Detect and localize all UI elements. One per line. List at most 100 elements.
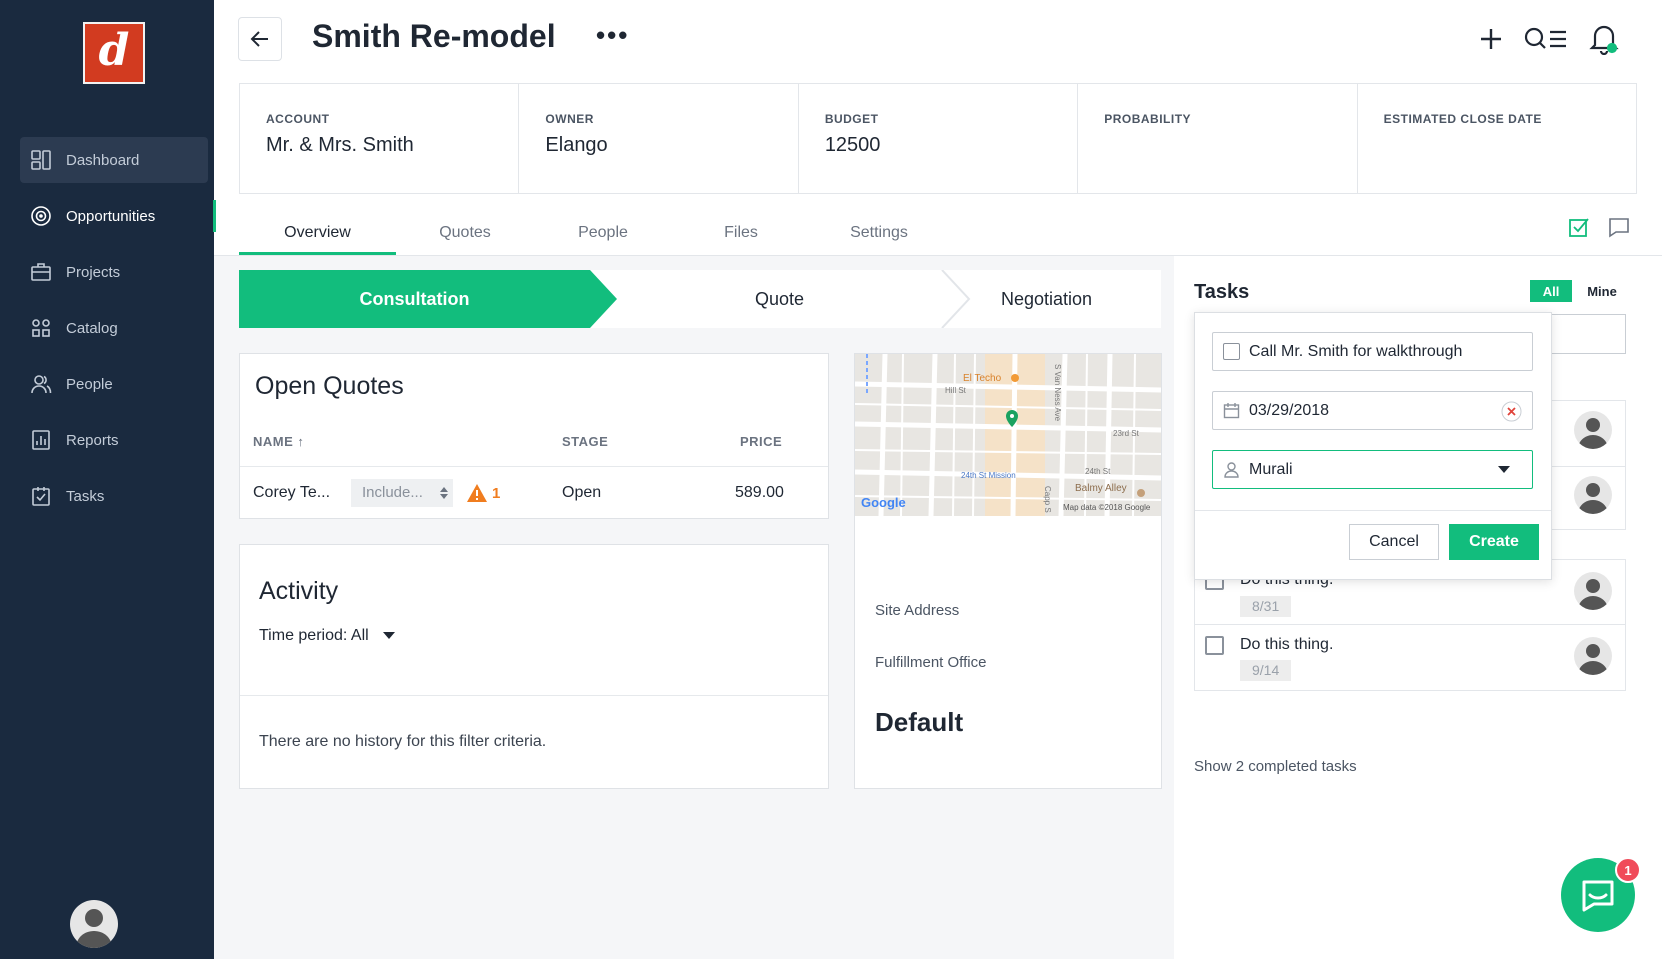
sidebar-item-reports[interactable]: Reports <box>20 417 208 463</box>
stage-consultation[interactable]: Consultation <box>239 270 590 328</box>
popover-divider <box>1195 510 1551 511</box>
task-title-input[interactable]: Call Mr. Smith for walkthrough <box>1212 332 1533 371</box>
site-map[interactable]: El Techo Hill St S Van Ness Ave 23rd St … <box>855 354 1161 516</box>
notification-bell-icon <box>1589 25 1619 55</box>
chat-icon <box>1582 880 1614 912</box>
task-assignee-avatar[interactable] <box>1574 572 1612 610</box>
user-avatar-icon <box>1578 644 1608 675</box>
chat-unread-badge: 1 <box>1615 857 1641 883</box>
task-due-date: 9/14 <box>1240 660 1292 681</box>
reports-icon <box>32 430 50 450</box>
include-select[interactable]: Include... <box>351 479 453 507</box>
tab-overview[interactable]: Overview <box>239 210 396 255</box>
stage-negotiation[interactable]: Negotiation <box>969 270 1161 328</box>
tab-quotes[interactable]: Quotes <box>396 210 534 255</box>
target-icon <box>31 206 51 226</box>
user-avatar[interactable] <box>70 900 118 948</box>
tab-files[interactable]: Files <box>672 210 810 255</box>
map-label-capp: Capp S <box>1043 486 1052 513</box>
sidebar-item-catalog[interactable]: Catalog <box>20 305 208 351</box>
task-title-checkbox[interactable] <box>1223 343 1240 360</box>
notifications-button[interactable] <box>1587 22 1621 56</box>
map-label-mission: 24th St Mission <box>961 471 1016 480</box>
sidebar-item-dashboard[interactable]: Dashboard <box>20 137 208 183</box>
map-label-el-techo: El Techo <box>963 373 1002 384</box>
cancel-button[interactable]: Cancel <box>1349 524 1439 560</box>
arrow-left-icon <box>250 31 268 47</box>
catalog-icon <box>32 319 50 337</box>
task-assignee-avatar[interactable] <box>1574 637 1612 675</box>
sidebar-item-people[interactable]: People <box>20 361 208 407</box>
open-quotes-card: Open Quotes NAME ↑ STAGE PRICE Corey Te.… <box>239 353 829 519</box>
sidebar-item-tasks[interactable]: Tasks <box>20 473 208 519</box>
map-label-map-data: Map data ©2018 Google <box>1063 503 1151 512</box>
tab-people[interactable]: People <box>534 210 672 255</box>
column-header-stage[interactable]: STAGE <box>562 434 608 449</box>
task-text: Do this thing. <box>1240 636 1334 653</box>
table-divider <box>240 466 828 467</box>
tasks-title: Tasks <box>1194 281 1250 303</box>
sidebar-item-label: Tasks <box>66 487 105 505</box>
account-value: Mr. & Mrs. Smith <box>266 134 414 156</box>
calendar-icon <box>1223 403 1240 419</box>
opportunity-summary: ACCOUNT Mr. & Mrs. Smith OWNER Elango BU… <box>239 83 1637 194</box>
quote-price: 589.00 <box>735 484 784 501</box>
column-header-price[interactable]: PRICE <box>740 434 782 449</box>
sidebar-item-projects[interactable]: Projects <box>20 249 208 295</box>
show-completed-tasks-link[interactable]: Show 2 completed tasks <box>1194 758 1357 775</box>
time-period-filter[interactable]: Time period: All <box>259 627 396 645</box>
include-select-value: Include... <box>362 484 423 501</box>
tab-settings[interactable]: Settings <box>810 210 948 255</box>
tasks-filter-all[interactable]: All <box>1530 280 1572 302</box>
owner-value: Elango <box>545 134 608 156</box>
app-logo[interactable]: d <box>83 22 145 84</box>
add-icon <box>1481 29 1501 49</box>
warning-count: 1 <box>492 485 501 502</box>
time-period-value: All <box>350 627 369 644</box>
sidebar-nav: Dashboard Opportunities Projects Catalog… <box>20 137 216 529</box>
tasks-filter-mine[interactable]: Mine <box>1578 280 1626 302</box>
sidebar-item-label: Dashboard <box>66 151 140 169</box>
activity-card: Activity Time period: All There are no h… <box>239 544 829 789</box>
add-button[interactable] <box>1474 22 1508 56</box>
activity-title: Activity <box>259 577 339 605</box>
task-assignee-select[interactable]: Murali <box>1212 450 1533 489</box>
owner-label: OWNER <box>545 112 594 126</box>
task-checkbox[interactable] <box>1205 636 1224 655</box>
back-button[interactable] <box>238 17 282 61</box>
quote-name[interactable]: Corey Te... <box>253 484 330 502</box>
map-image: El Techo Hill St S Van Ness Ave 23rd St … <box>855 354 1161 516</box>
warning-icon[interactable] <box>466 483 488 503</box>
task-assignee-avatar <box>1574 476 1612 514</box>
clear-date-icon[interactable] <box>1501 401 1522 422</box>
stage-quote[interactable]: Quote <box>617 270 942 328</box>
fulfillment-office-label: Fulfillment Office <box>875 654 987 671</box>
dashboard-icon <box>31 150 51 170</box>
stepper-arrows-icon <box>440 487 448 499</box>
task-assignee-value: Murali <box>1249 461 1293 478</box>
quote-stage: Open <box>562 484 602 501</box>
user-avatar-icon <box>1578 418 1608 449</box>
column-header-name[interactable]: NAME ↑ <box>253 434 304 449</box>
task-assignee-avatar <box>1574 411 1612 449</box>
map-label-24th-st: 24th St <box>1085 467 1111 476</box>
user-avatar-icon <box>76 909 112 948</box>
account-label: ACCOUNT <box>266 112 330 126</box>
map-label-balmy-alley: Balmy Alley <box>1075 483 1127 494</box>
create-button[interactable]: Create <box>1449 524 1539 560</box>
comment-icon[interactable] <box>1606 214 1632 240</box>
sidebar-item-label: Projects <box>66 263 121 281</box>
task-checklist-icon[interactable] <box>1566 214 1592 240</box>
budget-value: 12500 <box>824 134 881 156</box>
account-cell: ACCOUNT Mr. & Mrs. Smith <box>240 84 520 193</box>
sidebar-item-opportunities[interactable]: Opportunities <box>20 193 216 239</box>
tab-bar: Overview Quotes People Files Settings <box>239 210 948 255</box>
search-filter-button[interactable] <box>1524 22 1568 56</box>
more-options-button[interactable]: ••• <box>596 20 629 51</box>
new-task-popover: Call Mr. Smith for walkthrough 03/29/201… <box>1194 312 1552 580</box>
task-item[interactable]: Do this thing. 9/14 <box>1194 625 1626 691</box>
task-date-input[interactable]: 03/29/2018 <box>1212 391 1533 430</box>
sidebar: d Dashboard Opportunities Projects Catal… <box>0 0 216 959</box>
budget-cell: BUDGET 12500 <box>799 84 1079 193</box>
map-label-van-ness: S Van Ness Ave <box>1053 364 1062 422</box>
